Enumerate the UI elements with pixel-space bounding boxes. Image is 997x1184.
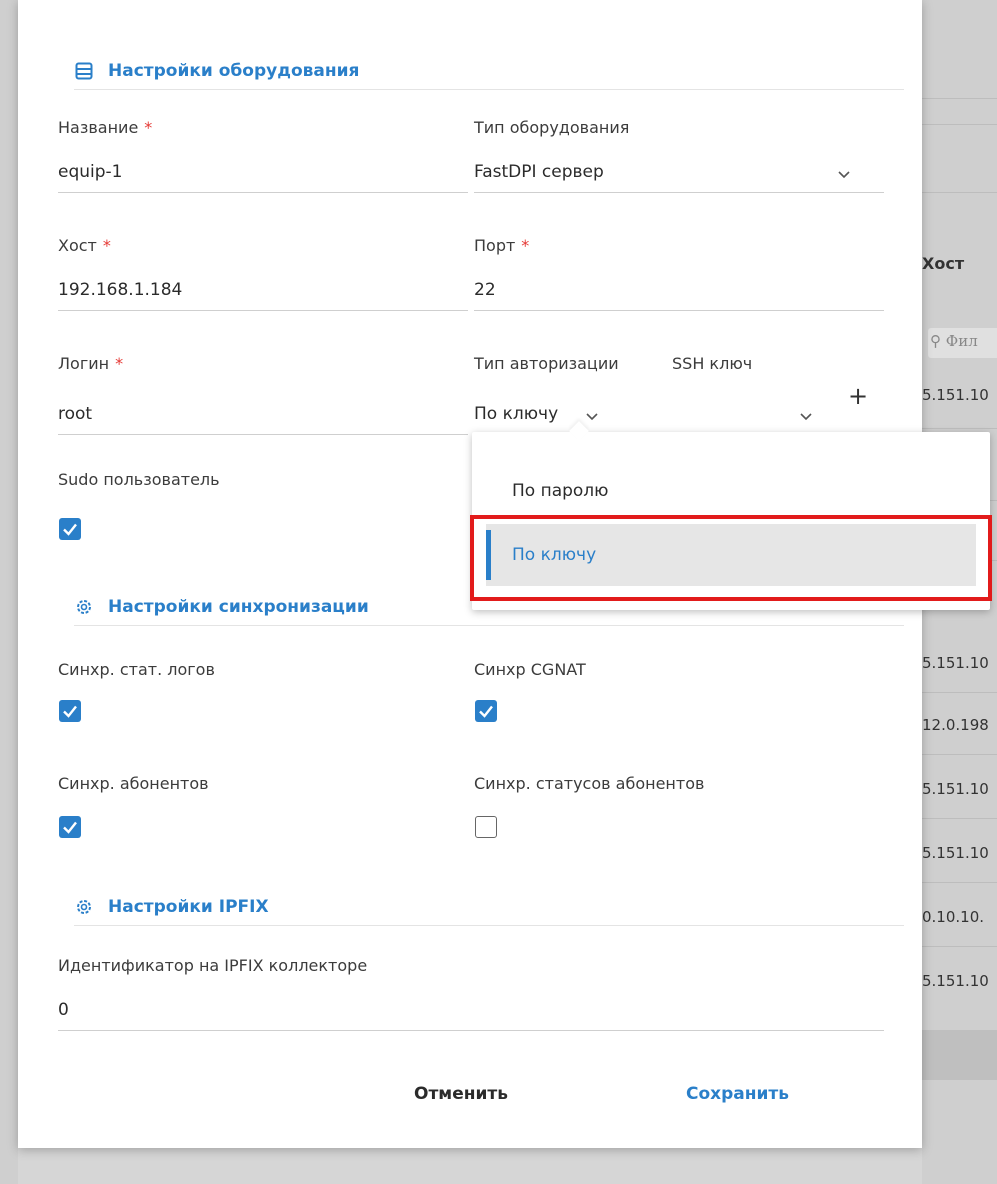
- add-ssh-key-button[interactable]: +: [848, 384, 868, 408]
- save-button[interactable]: Сохранить: [686, 1084, 789, 1104]
- sudo-user-checkbox[interactable]: [59, 518, 81, 540]
- background-left-strip: [0, 0, 18, 1184]
- ssh-key-select[interactable]: SSH ключ: [672, 354, 862, 431]
- name-field[interactable]: Название * equip-1: [58, 118, 468, 193]
- background-cell: 5.151.10: [922, 972, 989, 990]
- highlight-annotation: [470, 515, 992, 601]
- background-cell: 5.151.10: [922, 844, 989, 862]
- background-cell: 0.10.10.: [922, 908, 985, 926]
- table-list-icon: [74, 61, 94, 81]
- background-cell: 12.0.198: [922, 716, 989, 734]
- port-field[interactable]: Порт * 22: [474, 236, 884, 311]
- ipfix-id-input[interactable]: 0: [58, 997, 884, 1031]
- ipfix-id-field[interactable]: Идентификатор на IPFIX коллекторе 0: [58, 956, 884, 1031]
- section-ipfix-title: Настройки IPFIX: [74, 888, 904, 926]
- host-field[interactable]: Хост * 192.168.1.184: [58, 236, 468, 311]
- chevron-down-icon[interactable]: [838, 163, 852, 179]
- search-icon: ⚲: [930, 332, 941, 350]
- background-cell: 5.151.10: [922, 780, 989, 798]
- background-cell: 5.151.10: [922, 386, 989, 404]
- ssh-key-value[interactable]: [672, 401, 862, 431]
- chevron-down-icon[interactable]: [586, 405, 600, 421]
- background-footer: [922, 1030, 997, 1080]
- background-cell: 5.151.10: [922, 654, 989, 672]
- sync-stat-logs-checkbox[interactable]: [59, 700, 81, 722]
- auth-type-value[interactable]: По ключу: [474, 401, 664, 431]
- auth-type-select[interactable]: Тип авторизации По ключу: [474, 354, 664, 431]
- sync-subscriber-statuses-label: Синхр. статусов абонентов: [474, 774, 705, 793]
- gear-icon: [74, 897, 94, 917]
- sync-subscriber-statuses-checkbox[interactable]: [475, 816, 497, 838]
- gear-icon: [74, 597, 94, 617]
- sync-cgnat-checkbox[interactable]: [475, 700, 497, 722]
- section-equipment-title: Настройки оборудования: [74, 52, 904, 90]
- login-input[interactable]: root: [58, 401, 468, 435]
- sync-cgnat-label: Синхр CGNAT: [474, 660, 586, 679]
- sync-subscribers-label: Синхр. абонентов: [58, 774, 209, 793]
- host-input[interactable]: 192.168.1.184: [58, 277, 468, 311]
- port-input[interactable]: 22: [474, 277, 884, 311]
- background-column-header: Хост: [922, 254, 965, 273]
- equipment-type-value[interactable]: FastDPI сервер: [474, 159, 884, 193]
- dropdown-option-password[interactable]: По паролю: [486, 460, 976, 522]
- sync-subscribers-checkbox[interactable]: [59, 816, 81, 838]
- name-input[interactable]: equip-1: [58, 159, 468, 193]
- background-filter-input: ⚲ Фил: [928, 328, 997, 358]
- sudo-user-label: Sudo пользователь: [58, 470, 220, 489]
- equipment-type-select[interactable]: Тип оборудования FastDPI сервер: [474, 118, 884, 193]
- login-field[interactable]: Логин * root: [58, 354, 468, 435]
- sync-stat-logs-label: Синхр. стат. логов: [58, 660, 215, 679]
- cancel-button[interactable]: Отменить: [414, 1084, 508, 1104]
- chevron-down-icon[interactable]: [800, 405, 814, 421]
